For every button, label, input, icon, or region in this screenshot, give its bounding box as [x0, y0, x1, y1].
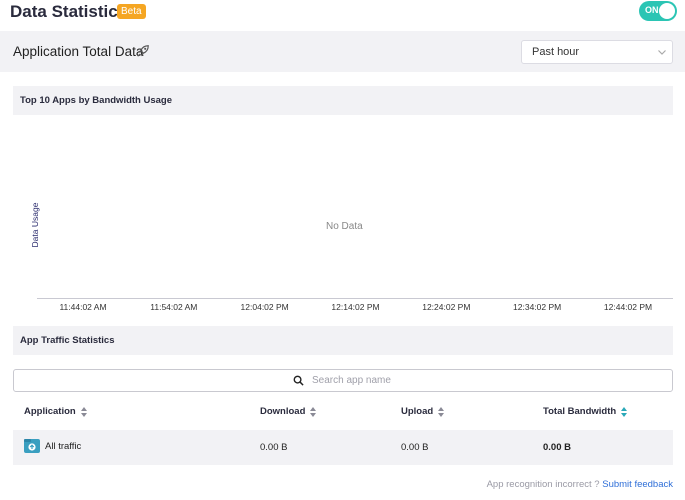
cell-upload: 0.00 B: [401, 442, 429, 453]
traffic-table: Application Download Upload Total Bandwi…: [13, 396, 673, 465]
feedback-footer: App recognition incorrect ? Submit feedb…: [487, 479, 673, 490]
statistics-toggle[interactable]: ON: [639, 1, 677, 21]
chevron-down-icon: [658, 50, 666, 55]
search-input[interactable]: [312, 373, 512, 388]
column-label: Application: [24, 406, 76, 417]
cell-total-bandwidth: 0.00 B: [543, 442, 571, 453]
table-header: Application Download Upload Total Bandwi…: [13, 396, 673, 429]
x-tick-label: 12:14:02 PM: [331, 302, 380, 312]
x-tick-label: 12:44:02 PM: [603, 302, 653, 312]
search-icon: [293, 375, 304, 386]
sort-icon[interactable]: [621, 406, 628, 417]
cell-download: 0.00 B: [260, 442, 288, 453]
x-tick-label: 12:34:02 PM: [513, 302, 562, 312]
x-tick-label: 12:04:02 PM: [240, 302, 289, 312]
toggle-label: ON: [645, 5, 659, 15]
all-traffic-icon: [24, 439, 40, 453]
column-total-bandwidth[interactable]: Total Bandwidth: [543, 406, 628, 417]
sort-icon[interactable]: [438, 406, 445, 417]
toggle-knob: [659, 3, 675, 19]
table-row[interactable]: All traffic 0.00 B 0.00 B 0.00 B: [13, 430, 673, 465]
rocket-icon[interactable]: [136, 44, 150, 58]
column-download[interactable]: Download: [260, 406, 317, 417]
submit-feedback-link[interactable]: Submit feedback: [602, 479, 673, 490]
time-range-value: Past hour: [532, 46, 580, 58]
page-header: Data Statistics Beta ON: [0, 0, 685, 30]
sort-icon[interactable]: [80, 406, 88, 417]
x-tick-label: 11:54:02 AM: [150, 302, 198, 312]
top10-section-header: Top 10 Apps by Bandwidth Usage: [13, 86, 673, 115]
column-application[interactable]: Application: [24, 406, 88, 417]
search-box[interactable]: [13, 369, 673, 392]
no-data-message: No Data: [326, 221, 363, 232]
time-range-select[interactable]: Past hour: [521, 40, 673, 64]
beta-badge: Beta: [117, 4, 146, 19]
column-label: Upload: [401, 406, 434, 417]
x-tick-label: 12:24:02 PM: [422, 302, 471, 312]
feedback-text: App recognition incorrect ?: [486, 479, 600, 490]
column-label: Download: [260, 406, 306, 417]
bandwidth-chart: Data Usage No Data 11:44:02 AM 11:54:02 A…: [13, 116, 673, 316]
app-total-title: Application Total Data: [13, 44, 144, 59]
x-tick-label: 11:44:02 AM: [59, 302, 107, 312]
sort-icon[interactable]: [310, 406, 317, 417]
traffic-section-header: App Traffic Statistics: [13, 326, 673, 355]
column-upload[interactable]: Upload: [401, 406, 445, 417]
x-axis-line: [37, 298, 673, 299]
traffic-title: App Traffic Statistics: [20, 335, 115, 346]
cell-application: All traffic: [45, 441, 82, 452]
column-label: Total Bandwidth: [543, 406, 617, 417]
y-axis-label: Data Usage: [30, 202, 40, 248]
page-title: Data Statistics: [10, 2, 128, 21]
top10-title: Top 10 Apps by Bandwidth Usage: [20, 95, 173, 106]
